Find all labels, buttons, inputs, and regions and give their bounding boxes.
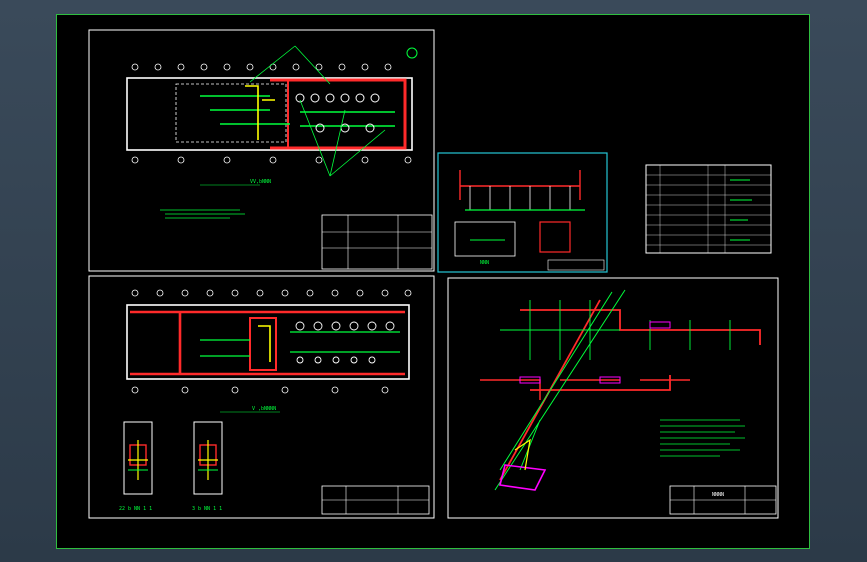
floor-plan-top: VV,bNNN	[126, 45, 433, 270]
detail-title: NNN	[480, 260, 489, 266]
sheet-title-bottom: V ,bNNNN	[252, 406, 276, 412]
sheet-title-top: VV,bNNN	[250, 179, 271, 185]
north-arrow-icon	[406, 47, 418, 59]
legend-table-content	[646, 165, 771, 253]
floor-plan-bottom: V ,bNNNN 22 b NN 1 1 3 b NN 1 1	[119, 289, 430, 515]
sheet-frame-detail	[437, 152, 608, 273]
isometric-title: NNNN	[712, 492, 724, 498]
small-plan-2	[193, 421, 223, 495]
small-plan-label-2: 3 b NN 1 1	[192, 506, 222, 512]
detail-sheet: NNN	[454, 170, 605, 271]
sheet-frame-right	[447, 277, 779, 519]
cad-viewport[interactable]: VV,bNNN V ,bNNNN 22 b NN 1 1 3 b NN 1 1 …	[0, 0, 867, 562]
small-plan-label-1: 22 b NN 1 1	[119, 506, 152, 512]
legend-table	[645, 164, 772, 254]
isometric-diagram: NNNN	[480, 289, 777, 515]
small-plan-1	[123, 421, 153, 495]
